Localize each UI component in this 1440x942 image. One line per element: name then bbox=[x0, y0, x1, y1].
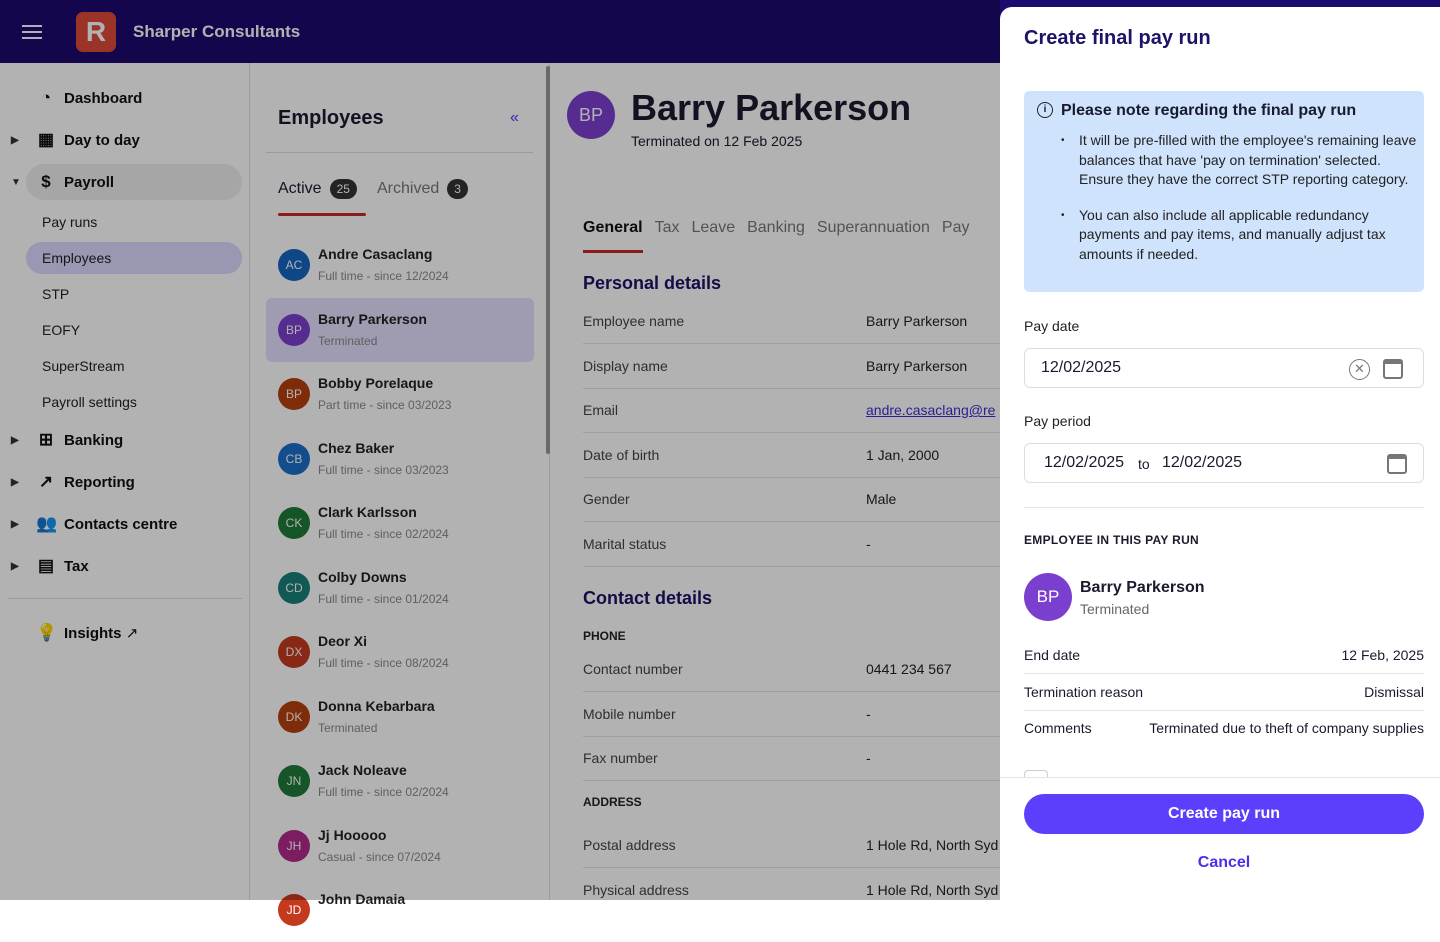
drawer-footer-divider bbox=[1000, 777, 1440, 778]
info-icon: i bbox=[1037, 102, 1053, 118]
calendar-icon[interactable] bbox=[1383, 359, 1403, 379]
avatar: BP bbox=[1024, 573, 1072, 621]
comments-row: Comments Terminated due to theft of compa… bbox=[1024, 720, 1424, 736]
section-caption: EMPLOYEE IN THIS PAY RUN bbox=[1024, 533, 1200, 547]
pay-date-label: Pay date bbox=[1024, 318, 1080, 334]
end-date-row: End date 12 Feb, 2025 bbox=[1024, 637, 1424, 674]
info-callout: i Please note regarding the final pay ru… bbox=[1024, 91, 1424, 292]
termination-reason-row: Termination reason Dismissal bbox=[1024, 674, 1424, 711]
employee-status: Terminated bbox=[1080, 601, 1150, 617]
modal-backdrop[interactable] bbox=[0, 0, 1000, 900]
pay-period-input[interactable]: 12/02/2025 to 12/02/2025 bbox=[1024, 443, 1424, 483]
employee-name: Barry Parkerson bbox=[1080, 579, 1205, 596]
create-pay-run-button[interactable]: Create pay run bbox=[1024, 794, 1424, 834]
calendar-icon[interactable] bbox=[1387, 454, 1407, 474]
drawer-title: Create final pay run bbox=[1024, 27, 1211, 49]
clear-icon[interactable]: ✕ bbox=[1349, 359, 1370, 380]
create-final-pay-run-drawer: Create final pay run i Please note regar… bbox=[1000, 7, 1440, 900]
cancel-button[interactable]: Cancel bbox=[1024, 854, 1424, 872]
pay-date-input[interactable]: 12/02/2025 ✕ bbox=[1024, 348, 1424, 388]
pay-period-label: Pay period bbox=[1024, 413, 1091, 429]
divider bbox=[1024, 507, 1424, 508]
